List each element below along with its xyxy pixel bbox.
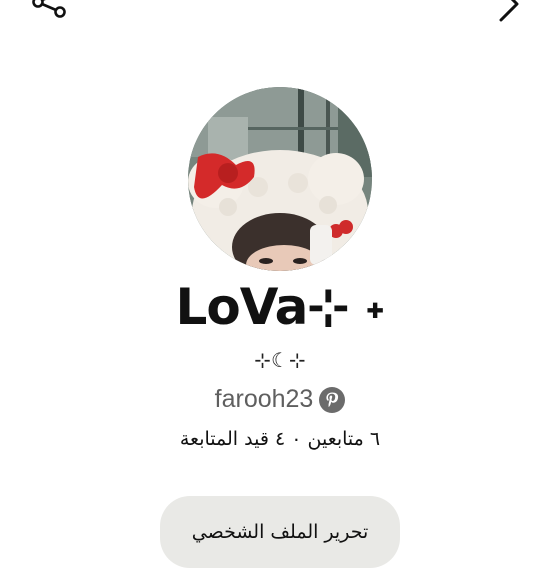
chevron-right-icon <box>499 0 519 22</box>
display-name: LoVa⊹ ˖ <box>175 278 385 336</box>
avatar-photo <box>188 87 372 271</box>
back-button[interactable] <box>490 0 530 26</box>
profile-bio: ⊹☾⊹ <box>254 348 306 372</box>
pinterest-icon <box>319 386 346 413</box>
edit-profile-button[interactable]: تحرير الملف الشخصي <box>160 496 400 568</box>
follow-stats[interactable]: ٦ متابعين ٠ ٤ قيد المتابعة <box>0 428 560 450</box>
share-icon <box>32 0 66 18</box>
share-button[interactable] <box>28 0 72 32</box>
avatar[interactable] <box>188 87 372 271</box>
handle-row: farooh23 <box>0 385 560 414</box>
username: farooh23 <box>214 385 314 413</box>
